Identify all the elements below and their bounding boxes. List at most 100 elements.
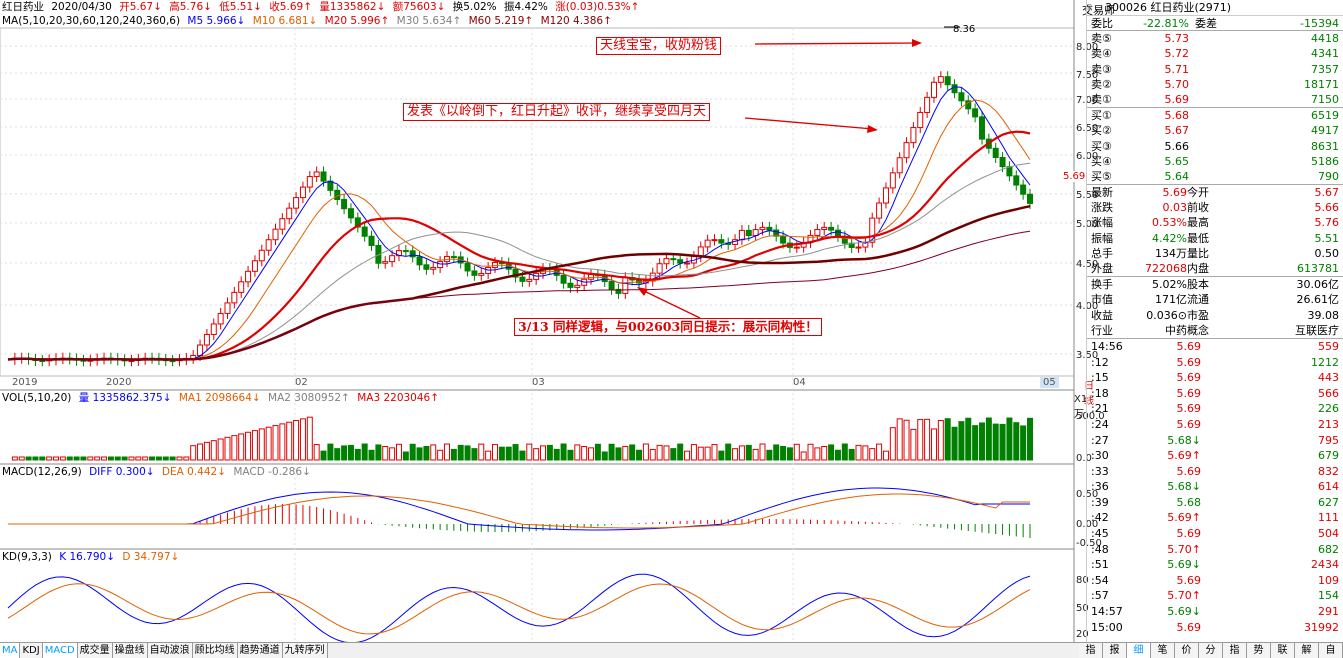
volume-bar — [677, 443, 684, 461]
tab-auto-wave[interactable]: 自动波浪 — [147, 643, 193, 658]
stats1-cell: 振幅 — [1091, 231, 1113, 245]
tick-price: 5.69 — [1176, 417, 1202, 431]
candle — [478, 272, 485, 276]
chart-area[interactable]: 红日药业 2020/04/30 开5.67↓ 高5.76↓ 低5.51↓ 收5.… — [0, 0, 1105, 642]
volume-bar — [821, 445, 828, 461]
tab-gubi-ma[interactable]: 顾比均线 — [192, 643, 238, 658]
tab-kdj[interactable]: KDJ — [20, 643, 43, 658]
tick-row[interactable]: :54 5.69 109 — [1087, 573, 1343, 589]
tab-right-lian[interactable]: 联 — [1271, 643, 1295, 658]
volume-bar — [18, 456, 25, 461]
tab-right-zi[interactable]: 自 — [1319, 643, 1343, 658]
tick-row[interactable]: :48 5.70↑ 682 — [1087, 542, 1343, 558]
sell-volume: 4418 — [1311, 32, 1339, 46]
candle — [677, 259, 684, 264]
tick-row[interactable]: 14:56 5.69 559 — [1087, 339, 1343, 355]
buy-book: 买① 5.68 6519 买② 5.67 4917 买③ 5.66 8631 买④ 5.65 5186… — [1087, 108, 1343, 184]
candle — [567, 282, 574, 288]
tick-row[interactable]: :27 5.68↓ 795 — [1087, 433, 1343, 449]
buy-volume: 4917 — [1311, 124, 1339, 138]
volume-bar — [258, 428, 265, 461]
tick-row[interactable]: :30 5.69↑ 679 — [1087, 448, 1343, 464]
tab-right-xi[interactable]: 细 — [1127, 643, 1151, 658]
tick-row[interactable]: 15:00 5.69 31992 — [1087, 620, 1343, 636]
vol-ma3: MA3 2203046↑ — [357, 392, 440, 404]
volume-bar — [636, 449, 643, 461]
volume-bar — [848, 448, 855, 461]
stats1-cell: 量比 — [1187, 246, 1209, 260]
kd-label: KD(9,3,3) — [2, 551, 52, 563]
candle — [430, 267, 437, 270]
candle — [471, 270, 478, 276]
volume-bar — [361, 443, 368, 461]
tick-row[interactable]: :18 5.69 566 — [1087, 386, 1343, 402]
candle — [464, 262, 471, 272]
tick-time: :12 — [1091, 355, 1109, 369]
tab-right-jia[interactable]: 价 — [1175, 643, 1199, 658]
tab-volume[interactable]: 成交量 — [77, 643, 113, 658]
tick-volume: 213 — [1318, 417, 1339, 431]
turnover-value: 换5.02% — [452, 1, 497, 13]
tick-row[interactable]: 14:57 5.69↓ 291 — [1087, 604, 1343, 620]
annotation-antenna: 天线宝宝，收奶粉钱 — [596, 37, 722, 55]
volume-bar — [457, 444, 464, 461]
tick-row[interactable]: :45 5.69 504 — [1087, 526, 1343, 542]
tick-row[interactable]: :39 5.68 627 — [1087, 495, 1343, 511]
candle — [574, 284, 581, 288]
quote-stats: 最新 5.69 今开 5.67 涨跌 0.03 前收 5.66 涨幅 0.53% 最高 5.76 振幅 4… — [1087, 185, 1343, 276]
candle — [279, 218, 286, 230]
tab-right-shi[interactable]: 势 — [1247, 643, 1271, 658]
tab-right-jie[interactable]: 解 — [1295, 643, 1319, 658]
volume-bar — [766, 449, 773, 461]
candle — [519, 276, 526, 282]
volume-bar — [608, 443, 615, 461]
candle — [711, 239, 718, 242]
tick-time: :24 — [1091, 417, 1109, 431]
tab-trend-channel[interactable]: 趋势通道 — [237, 643, 283, 658]
volume-bar — [574, 444, 581, 461]
candle — [409, 250, 416, 258]
candle — [526, 278, 533, 282]
tab-macd[interactable]: MACD — [42, 643, 78, 658]
tab-right-zhi[interactable]: 指 — [1079, 643, 1103, 658]
tab-nine-turn[interactable]: 九转序列 — [282, 643, 328, 658]
tab-ma[interactable]: MA — [0, 643, 21, 658]
tab-right-bao[interactable]: 报 — [1103, 643, 1127, 658]
tick-row[interactable]: :51 5.69↓ 2434 — [1087, 557, 1343, 573]
tick-row[interactable]: :21 5.69 226 — [1087, 401, 1343, 417]
candle — [944, 76, 951, 86]
tick-price: 5.69 — [1176, 464, 1202, 478]
volume-bar — [341, 445, 348, 461]
tick-row[interactable]: :33 5.69 832 — [1087, 464, 1343, 480]
tick-list[interactable]: 14:56 5.69 559:12 5.69 1212:15 5.69 443:18 5.69… — [1087, 339, 1343, 635]
volume-bar — [718, 450, 725, 461]
volume-bar — [1013, 422, 1020, 461]
tick-price: 5.69 — [1176, 355, 1202, 369]
tab-right-bi[interactable]: 笔 — [1151, 643, 1175, 658]
stats1-cell: 今开 — [1187, 186, 1209, 200]
tick-row[interactable]: :12 5.69 1212 — [1087, 355, 1343, 371]
buy-price: 5.64 — [1164, 169, 1190, 183]
tick-row[interactable]: :15 5.69 443 — [1087, 370, 1343, 386]
volume-bar — [896, 418, 903, 461]
tab-operate-line[interactable]: 操盘线 — [112, 643, 148, 658]
volume-bar — [347, 444, 354, 461]
candle — [903, 142, 910, 159]
vol-label: VOL(5,10,20) — [2, 392, 72, 404]
tick-row[interactable]: :24 5.69 213 — [1087, 417, 1343, 433]
date-tick: 02 — [295, 377, 308, 388]
tick-row[interactable]: :57 5.70↑ 154 — [1087, 588, 1343, 604]
tick-price: 5.68↓ — [1167, 480, 1201, 494]
candle — [814, 228, 821, 236]
tab-right-fen[interactable]: 分 — [1199, 643, 1223, 658]
candle — [224, 302, 231, 314]
candle — [889, 172, 896, 189]
tick-row[interactable]: :36 5.68↓ 614 — [1087, 479, 1343, 495]
candle — [389, 255, 396, 263]
stats2-cell: 市盈 — [1187, 308, 1209, 322]
volume-bar — [992, 423, 999, 461]
tick-row[interactable]: :42 5.69↑ 111 — [1087, 510, 1343, 526]
tick-time: :54 — [1091, 573, 1109, 587]
volume-bar — [697, 446, 704, 461]
tab-right-zhi2[interactable]: 指 — [1223, 643, 1247, 658]
